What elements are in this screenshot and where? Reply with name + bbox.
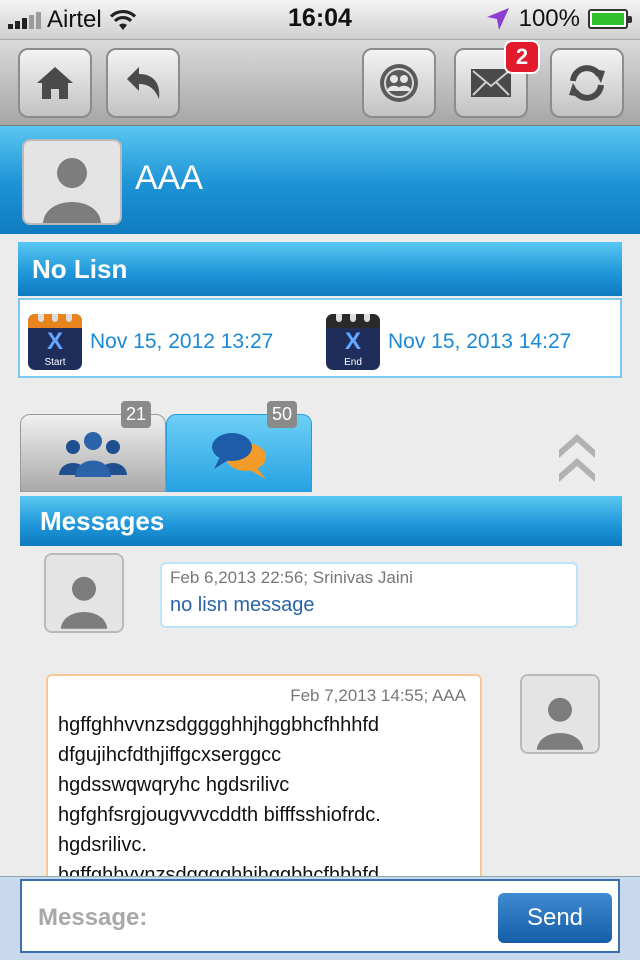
members-count: 21: [120, 401, 151, 428]
status-right: 100%: [485, 5, 632, 33]
message-line: hgffghhvvnzsdgggghhjhggbhcfhhhfd: [58, 714, 380, 736]
composer-box: Send: [20, 879, 620, 953]
refresh-button[interactable]: [550, 48, 624, 118]
end-date: Nov 15, 2013 14:27: [388, 330, 572, 353]
start-calendar-icon: X Start: [28, 314, 82, 370]
battery-percent: 100%: [518, 5, 580, 32]
unread-count-badge: 2: [504, 40, 540, 74]
collapse-chevrons-icon[interactable]: [555, 428, 599, 486]
user-silhouette-icon: [536, 697, 584, 750]
message-line: hgdsswqwqryhc hgdsrilivc: [58, 774, 290, 796]
sender-avatar[interactable]: [44, 553, 124, 633]
message-line: hgdsrilivc.: [58, 834, 147, 856]
messages-title-bar: Messages: [20, 496, 622, 546]
end-date-item: X End Nov 15, 2013 14:27: [326, 314, 571, 370]
refresh-icon: [569, 65, 605, 101]
message-input[interactable]: [38, 899, 478, 937]
groups-button[interactable]: [362, 48, 436, 118]
user-silhouette-icon: [43, 158, 101, 223]
message-text: no lisn message: [170, 594, 315, 616]
composer-bar: Send: [0, 876, 640, 960]
home-button[interactable]: [18, 48, 92, 118]
chat-bubbles-icon: [212, 433, 266, 479]
own-message-bubble[interactable]: Feb 7,2013 14:55; AAA hgffghhvvnzsdggggh…: [46, 674, 482, 894]
end-calendar-icon: X End: [326, 314, 380, 370]
profile-name: AAA: [135, 159, 204, 197]
location-arrow-icon: [486, 8, 509, 30]
back-button[interactable]: [106, 48, 180, 118]
status-bar: Airtel 16:04 100%: [0, 0, 640, 40]
people-icon: [59, 432, 127, 477]
lisn-title-bar: No Lisn: [18, 242, 622, 296]
start-date: Nov 15, 2012 13:27: [90, 330, 274, 353]
message-meta: Feb 6,2013 22:56; Srinivas Jaini: [170, 568, 413, 587]
back-icon: [127, 67, 160, 99]
lisn-title: No Lisn: [32, 253, 128, 284]
message-body: hgffghhvvnzsdgggghhjhggbhcfhhhfd dfgujih…: [58, 710, 381, 890]
message-bubble[interactable]: Feb 6,2013 22:56; Srinivas Jaini no lisn…: [160, 562, 578, 628]
messages-count: 50: [266, 401, 297, 428]
profile-avatar[interactable]: [22, 139, 122, 225]
mail-button[interactable]: 2: [454, 40, 540, 118]
lisn-dates-panel: X Start Nov 15, 2012 13:27 X End Nov 15,…: [18, 298, 622, 378]
battery-icon: [588, 9, 632, 29]
message-line: hgfghfsrgjougvvvcddth bifffsshiofrdc.: [58, 804, 381, 826]
start-date-item: X Start Nov 15, 2012 13:27: [28, 314, 273, 370]
message-line: dfgujihcfdthjiffgcxserggcc: [58, 744, 282, 766]
messages-title: Messages: [40, 505, 165, 536]
user-silhouette-icon: [60, 576, 108, 629]
home-icon: [37, 67, 73, 99]
own-avatar[interactable]: [520, 674, 600, 754]
message-meta: Feb 7,2013 14:55; AAA: [290, 686, 466, 705]
tab-messages[interactable]: 50: [166, 401, 312, 492]
group-target-icon: [380, 64, 418, 102]
tab-members[interactable]: 21: [20, 401, 166, 492]
toolbar: 2: [0, 40, 640, 126]
profile-header: AAA: [0, 126, 640, 234]
send-button[interactable]: Send: [498, 893, 612, 943]
